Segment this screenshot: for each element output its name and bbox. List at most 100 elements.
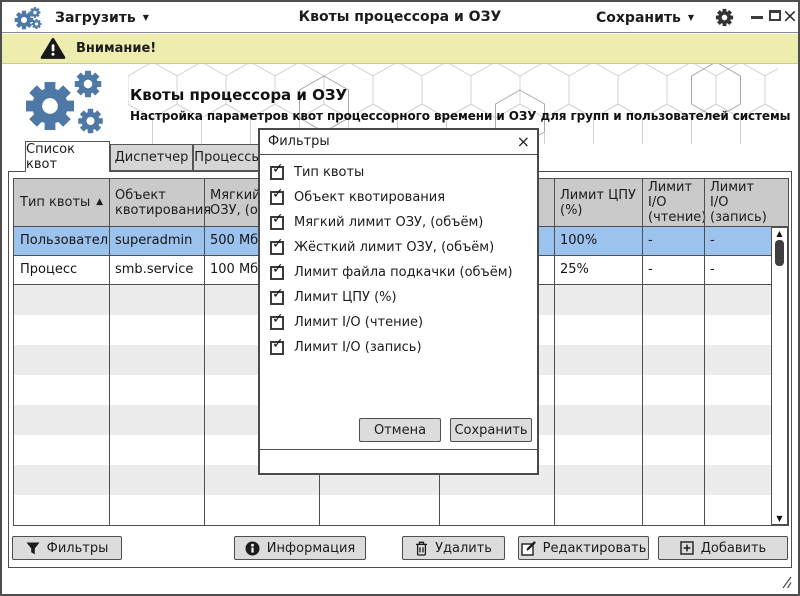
warning-icon <box>40 37 66 59</box>
column-header[interactable]: Лимит ЦПУ (%) <box>554 179 642 226</box>
titlebar: Загрузить ▼ Квоты процессора и ОЗУ Сохра… <box>2 2 798 33</box>
table-cell: - <box>648 233 653 248</box>
gears-icon <box>25 70 103 134</box>
filter-checkbox-label: Лимит ЦПУ (%) <box>294 290 397 305</box>
filter-checkbox-label: Лимит файла подкачки (объём) <box>294 265 513 280</box>
filter-checkbox-label: Мягкий лимит ОЗУ, (объём) <box>294 215 484 230</box>
checkmark-icon: ✓ <box>272 260 284 277</box>
filter-checkbox-row[interactable]: ✓ Лимит I/O (запись) <box>260 335 537 360</box>
page-subtitle: Настройка параметров квот процессорного … <box>130 109 791 123</box>
dialog-close-icon[interactable]: × <box>517 130 530 153</box>
warning-banner: Внимание! <box>2 34 798 64</box>
save-menu[interactable]: Сохранить ▼ <box>596 2 694 33</box>
information-button[interactable]: Информация <box>234 536 366 560</box>
scroll-down-icon[interactable]: ▼ <box>772 513 787 524</box>
filter-checkbox-row[interactable]: ✓ Тип квоты <box>260 160 537 185</box>
add-button-label: Добавить <box>700 540 767 556</box>
column-header-label: Объект квотирования <box>115 187 212 218</box>
column-header[interactable]: Лимит I/O (запись) <box>704 179 772 226</box>
info-icon <box>245 541 260 555</box>
filter-checkbox-label: Лимит I/O (запись) <box>294 340 422 355</box>
app-window: Загрузить ▼ Квоты процессора и ОЗУ Сохра… <box>0 0 800 596</box>
settings-gear-icon[interactable] <box>715 8 734 27</box>
filter-icon <box>26 542 40 554</box>
delete-button-label: Удалить <box>435 540 492 556</box>
vertical-scrollbar[interactable]: ▲ ▼ <box>771 227 788 525</box>
warning-text: Внимание! <box>76 41 157 56</box>
save-menu-label: Сохранить <box>596 9 681 26</box>
scrollbar-thumb[interactable] <box>775 240 784 266</box>
column-header[interactable]: Тип квоты ▲ <box>14 179 109 226</box>
filter-checkbox-list: ✓ Тип квоты ✓ Объект квотирования ✓ Мягкий ли… <box>260 160 537 360</box>
dialog-footer <box>260 449 537 473</box>
filter-checkbox-row[interactable]: ✓ Лимит I/O (чтение) <box>260 310 537 335</box>
close-button[interactable]: × <box>782 2 798 33</box>
checkmark-icon: ✓ <box>272 285 284 302</box>
table-cell: smb.service <box>115 262 194 277</box>
checkbox-icon[interactable]: ✓ <box>270 211 284 230</box>
chevron-down-icon: ▼ <box>687 13 694 22</box>
empty-row-stripe <box>14 495 772 525</box>
column-divider <box>554 179 555 525</box>
table-cell: - <box>710 233 715 248</box>
table-cell: - <box>710 262 715 277</box>
column-divider <box>642 179 643 525</box>
checkbox-icon[interactable]: ✓ <box>270 311 284 330</box>
column-divider <box>204 179 205 525</box>
checkbox-icon[interactable]: ✓ <box>270 186 284 205</box>
sort-asc-icon: ▲ <box>96 197 103 207</box>
resize-grip[interactable] <box>779 576 792 589</box>
checkbox-icon[interactable]: ✓ <box>270 261 284 280</box>
dialog-title: Фильтры <box>268 134 330 149</box>
table-cell: - <box>648 262 653 277</box>
add-button[interactable]: Добавить <box>658 536 788 560</box>
page-title: Квоты процессора и ОЗУ <box>130 86 348 104</box>
scroll-up-icon[interactable]: ▲ <box>772 228 787 239</box>
save-button[interactable]: Сохранить <box>450 418 532 442</box>
checkbox-icon[interactable]: ✓ <box>270 161 284 180</box>
edit-icon <box>520 540 536 556</box>
edit-button[interactable]: Редактировать <box>518 536 649 560</box>
minimize-button[interactable] <box>751 16 763 19</box>
table-cell: Процесс <box>20 262 78 277</box>
column-divider <box>109 179 110 525</box>
checkmark-icon: ✓ <box>272 210 284 227</box>
filter-checkbox-row[interactable]: ✓ Лимит ЦПУ (%) <box>260 285 537 310</box>
dialog-buttons: Отмена Сохранить <box>359 418 532 442</box>
table-cell: 25% <box>560 262 589 277</box>
dialog-titlebar: Фильтры × <box>260 130 537 155</box>
column-header-label: Тип квоты <box>20 195 91 210</box>
filter-checkbox-row[interactable]: ✓ Жёсткий лимит ОЗУ, (объём) <box>260 235 537 260</box>
filter-checkbox-label: Тип квоты <box>294 165 365 180</box>
filter-checkbox-row[interactable]: ✓ Объект квотирования <box>260 185 537 210</box>
column-divider <box>704 179 705 525</box>
table-cell: superadmin <box>115 233 193 248</box>
filters-button[interactable]: Фильтры <box>12 536 122 560</box>
filters-button-label: Фильтры <box>46 540 109 556</box>
checkmark-icon: ✓ <box>272 160 284 177</box>
tab-quota-list[interactable]: Список квот <box>25 141 110 172</box>
column-header[interactable]: Лимит I/O (чтение) <box>642 179 707 226</box>
filter-checkbox-row[interactable]: ✓ Мягкий лимит ОЗУ, (объём) <box>260 210 537 235</box>
column-header-label: Лимит ЦПУ (%) <box>560 187 636 218</box>
checkmark-icon: ✓ <box>272 310 284 327</box>
checkbox-icon[interactable]: ✓ <box>270 336 284 355</box>
checkmark-icon: ✓ <box>272 185 284 202</box>
trash-icon <box>416 541 428 556</box>
delete-button[interactable]: Удалить <box>402 536 505 560</box>
checkbox-icon[interactable]: ✓ <box>270 236 284 255</box>
filter-checkbox-label: Объект квотирования <box>294 190 446 205</box>
filters-dialog: Фильтры × ✓ Тип квоты ✓ Объект квотирования… <box>258 128 539 475</box>
filter-checkbox-label: Лимит I/O (чтение) <box>294 315 424 330</box>
filter-checkbox-row[interactable]: ✓ Лимит файла подкачки (объём) <box>260 260 537 285</box>
cancel-button[interactable]: Отмена <box>359 418 441 442</box>
tab-processes[interactable]: Процессы <box>193 144 263 171</box>
column-header[interactable]: Объект квотирования <box>109 179 211 226</box>
maximize-button[interactable] <box>769 10 781 21</box>
checkbox-icon[interactable]: ✓ <box>270 286 284 305</box>
column-header-label: Лимит I/O (чтение) <box>648 180 707 225</box>
tab-dispatcher[interactable]: Диспетчер <box>110 144 193 171</box>
add-icon <box>680 541 694 555</box>
checkmark-icon: ✓ <box>272 335 284 352</box>
table-cell: Пользователь <box>20 233 109 248</box>
